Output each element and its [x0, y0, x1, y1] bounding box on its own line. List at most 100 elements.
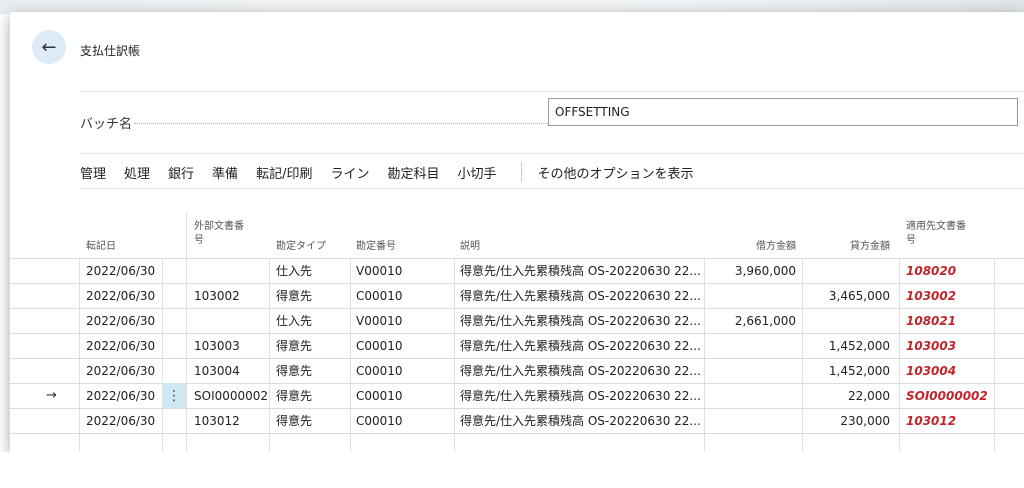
menu-post-print[interactable]: 転記/印刷: [256, 163, 312, 182]
column-divider: [350, 258, 351, 452]
cell-posting-date[interactable]: 2022/06/30: [86, 358, 160, 383]
cell-external-doc-no[interactable]: 103002: [194, 283, 268, 308]
cell-account-type[interactable]: 仕入先: [276, 308, 348, 333]
bottom-area: [0, 452, 1024, 488]
column-divider: [899, 258, 900, 452]
cell-external-doc-no[interactable]: SOI0000002: [194, 383, 268, 408]
menu-separator: [520, 162, 522, 182]
cell-debit[interactable]: [708, 333, 796, 358]
cell-applies-to-doc-no-link[interactable]: SOI0000002: [906, 383, 992, 408]
cell-credit[interactable]: 3,465,000: [806, 283, 890, 308]
cell-credit[interactable]: 22,000: [806, 383, 890, 408]
cell-posting-date[interactable]: 2022/06/30: [86, 333, 160, 358]
cell-external-doc-no[interactable]: 103012: [194, 408, 268, 433]
menu-divider-top: [80, 153, 1024, 154]
cell-account-no[interactable]: C00010: [356, 408, 452, 433]
cell-applies-to-doc-no-link[interactable]: 103002: [906, 283, 992, 308]
menu-prepare[interactable]: 準備: [212, 163, 238, 182]
cell-debit[interactable]: 3,960,000: [708, 258, 796, 283]
cell-account-no[interactable]: C00010: [356, 283, 452, 308]
column-header-external-doc-no-line2: 号: [194, 235, 204, 246]
cell-posting-date[interactable]: 2022/06/30: [86, 258, 160, 283]
cell-debit[interactable]: [708, 283, 796, 308]
cell-external-doc-no[interactable]: 103004: [194, 358, 268, 383]
cell-account-no[interactable]: V00010: [356, 258, 452, 283]
cell-applies-to-doc-no-link[interactable]: 103004: [906, 358, 992, 383]
cell-external-doc-no[interactable]: [194, 308, 268, 333]
cell-applies-to-doc-no-link[interactable]: 103003: [906, 333, 992, 358]
column-header-posting-date[interactable]: 転記日: [86, 206, 162, 258]
batch-name-leader: [134, 123, 548, 124]
cell-description[interactable]: 得意先/仕入先累積残高 OS-20220630 22...: [460, 258, 702, 283]
back-arrow-icon[interactable]: ←: [32, 30, 66, 64]
page-title: 支払仕訳帳: [80, 44, 141, 58]
column-divider: [454, 258, 455, 452]
cell-debit[interactable]: 2,661,000: [708, 308, 796, 333]
cell-description[interactable]: 得意先/仕入先累積残高 OS-20220630 22...: [460, 383, 702, 408]
column-divider: [704, 258, 705, 452]
cell-external-doc-no[interactable]: [194, 258, 268, 283]
cell-account-no[interactable]: V00010: [356, 308, 452, 333]
column-header-description[interactable]: 説明: [460, 206, 700, 258]
column-divider: [186, 258, 187, 452]
cell-credit[interactable]: 1,452,000: [806, 333, 890, 358]
column-divider: [802, 258, 803, 452]
column-header-applies-to-doc-no-line1: 適用先文書番: [906, 221, 966, 232]
column-header-account-type[interactable]: 勘定タイプ: [276, 206, 352, 258]
cell-posting-date[interactable]: 2022/06/30: [86, 283, 160, 308]
active-row-arrow-icon: →: [46, 388, 57, 403]
column-header-external-doc-no-line1: 外部文書番: [194, 221, 244, 232]
column-header-applies-to-doc-no-line2: 号: [906, 235, 916, 246]
cell-account-type[interactable]: 仕入先: [276, 258, 348, 283]
cell-posting-date[interactable]: 2022/06/30: [86, 408, 160, 433]
menu-line[interactable]: ライン: [330, 163, 369, 182]
cell-debit[interactable]: [708, 408, 796, 433]
show-more-options-button[interactable]: その他のオプションを表示: [538, 163, 694, 182]
menu-check[interactable]: 小切手: [457, 163, 496, 182]
column-divider: [162, 258, 163, 452]
menu-process[interactable]: 処理: [124, 163, 150, 182]
menu-manage[interactable]: 管理: [80, 163, 106, 182]
column-header-external-doc-no[interactable]: 外部文書番 号: [194, 206, 272, 258]
cell-credit[interactable]: [806, 258, 890, 283]
cell-description[interactable]: 得意先/仕入先累積残高 OS-20220630 22...: [460, 333, 702, 358]
cell-credit[interactable]: [806, 308, 890, 333]
cell-account-type[interactable]: 得意先: [276, 358, 348, 383]
cell-debit[interactable]: [708, 358, 796, 383]
cell-posting-date[interactable]: 2022/06/30: [86, 383, 160, 408]
cell-account-no[interactable]: C00010: [356, 383, 452, 408]
menu-bank[interactable]: 銀行: [168, 163, 194, 182]
cell-applies-to-doc-no-link[interactable]: 103012: [906, 408, 992, 433]
title-divider: [80, 91, 1024, 92]
row-divider: [10, 433, 1024, 434]
cell-description[interactable]: 得意先/仕入先累積残高 OS-20220630 22...: [460, 308, 702, 333]
cell-description[interactable]: 得意先/仕入先累積残高 OS-20220630 22...: [460, 283, 702, 308]
cell-description[interactable]: 得意先/仕入先累積残高 OS-20220630 22...: [460, 358, 702, 383]
cell-account-type[interactable]: 得意先: [276, 408, 348, 433]
cell-credit[interactable]: 1,452,000: [806, 358, 890, 383]
column-divider: [994, 258, 995, 452]
column-header-account-no[interactable]: 勘定番号: [356, 206, 452, 258]
column-header-applies-to-doc-no[interactable]: 適用先文書番 号: [906, 206, 990, 258]
header-divider: [186, 212, 187, 258]
cell-account-type[interactable]: 得意先: [276, 283, 348, 308]
batch-name-input[interactable]: OFFSETTING: [548, 98, 1018, 126]
cell-external-doc-no[interactable]: 103003: [194, 333, 268, 358]
cell-account-no[interactable]: C00010: [356, 358, 452, 383]
cell-credit[interactable]: 230,000: [806, 408, 890, 433]
menu-divider-bottom: [80, 188, 1024, 189]
action-menu: 管理 処理 銀行 準備 転記/印刷 ライン 勘定科目 小切手 その他のオプション…: [80, 162, 694, 182]
cell-account-type[interactable]: 得意先: [276, 333, 348, 358]
column-header-credit[interactable]: 貸方金額: [804, 206, 890, 258]
cell-applies-to-doc-no-link[interactable]: 108020: [906, 258, 992, 283]
menu-account[interactable]: 勘定科目: [387, 163, 439, 182]
cell-account-type[interactable]: 得意先: [276, 383, 348, 408]
cell-posting-date[interactable]: 2022/06/30: [86, 308, 160, 333]
row-actions-menu-icon[interactable]: ⋮: [162, 383, 186, 408]
cell-account-no[interactable]: C00010: [356, 333, 452, 358]
column-header-debit[interactable]: 借方金額: [706, 206, 796, 258]
cell-description[interactable]: 得意先/仕入先累積残高 OS-20220630 22...: [460, 408, 702, 433]
cell-debit[interactable]: [708, 383, 796, 408]
cell-applies-to-doc-no-link[interactable]: 108021: [906, 308, 992, 333]
column-divider: [79, 258, 80, 452]
